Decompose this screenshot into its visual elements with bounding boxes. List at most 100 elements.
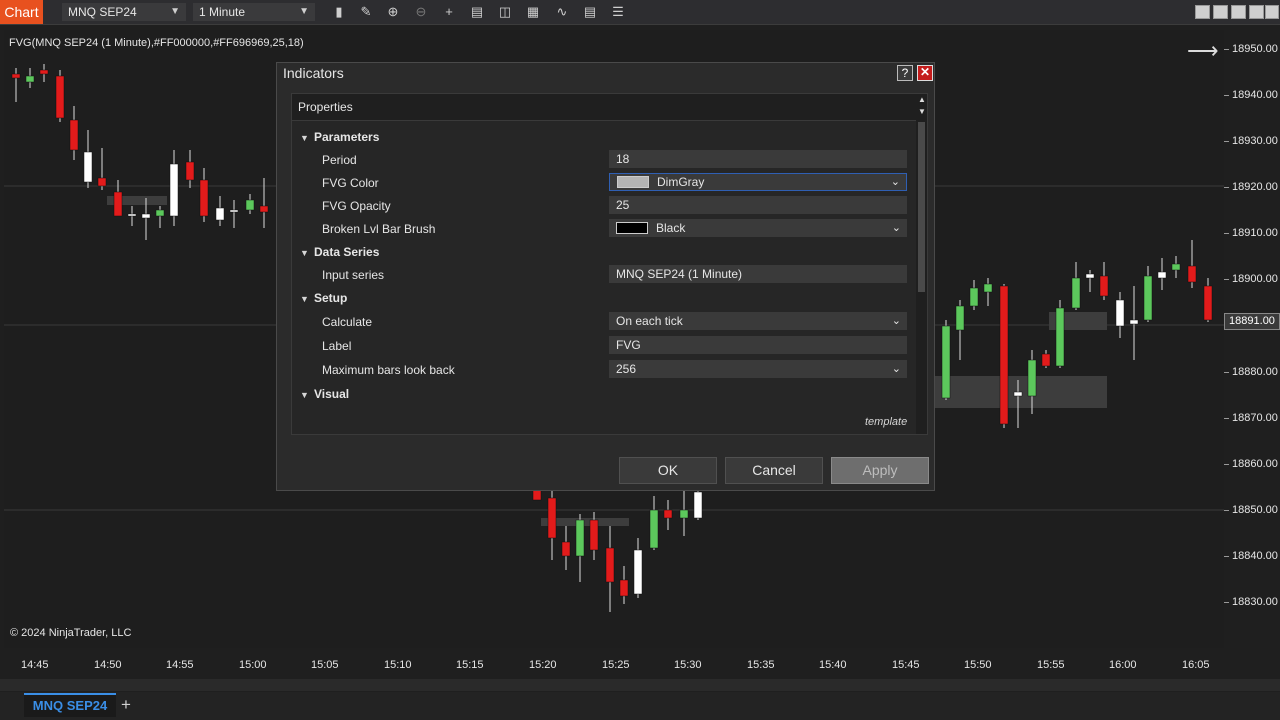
tile-window-button[interactable] xyxy=(1195,5,1210,19)
candle-body xyxy=(25,75,35,83)
candle-body xyxy=(169,163,179,217)
zoom-in-icon[interactable]: ⊕ xyxy=(384,3,402,21)
candle-body xyxy=(1055,307,1065,367)
period-input[interactable]: 18 xyxy=(609,150,907,168)
tab-mnq-sep24[interactable]: MNQ SEP24 xyxy=(24,693,116,717)
chevron-down-icon: ⌄ xyxy=(890,176,900,188)
properties-scrollbar[interactable]: ▲ ▼ xyxy=(916,94,927,434)
templates-icon[interactable]: ▤ xyxy=(581,3,599,21)
crosshair-icon[interactable]: + xyxy=(440,3,458,21)
zoom-out-icon[interactable]: ⊖ xyxy=(412,3,430,21)
indicators-icon[interactable]: ∿ xyxy=(553,3,571,21)
minimize-button[interactable] xyxy=(1231,5,1246,19)
calculate-value: On each tick xyxy=(616,314,683,328)
scroll-thumb[interactable] xyxy=(918,122,925,292)
scroll-up-icon[interactable]: ▲ xyxy=(918,95,926,104)
candle-body xyxy=(547,497,557,539)
apply-button[interactable]: Apply xyxy=(831,457,929,484)
max-bars-value: 256 xyxy=(616,362,637,376)
fvg-color-select[interactable]: DimGray ⌄ xyxy=(609,173,907,191)
time-tick: 15:25 xyxy=(602,659,630,671)
scroll-down-icon[interactable]: ▼ xyxy=(918,107,926,116)
copyright-text: © 2024 NinjaTrader, LLC xyxy=(10,627,132,639)
bar-type-icon[interactable]: ▮ xyxy=(330,3,348,21)
time-tick: 15:05 xyxy=(311,659,339,671)
horizontal-scrollbar[interactable] xyxy=(0,679,1280,691)
candle-body xyxy=(155,209,165,217)
candle-body xyxy=(199,179,209,217)
label-input[interactable]: FVG xyxy=(609,336,907,354)
time-tick: 15:45 xyxy=(892,659,920,671)
properties-icon[interactable]: ▤ xyxy=(468,3,486,21)
chevron-down-icon: ⌄ xyxy=(891,363,901,375)
candle-body xyxy=(39,69,49,75)
interval-selector[interactable]: 1 Minute ▼ xyxy=(193,3,315,21)
candle-body xyxy=(1115,299,1125,327)
section-visual[interactable]: ▼ Visual xyxy=(300,387,349,401)
add-tab-button[interactable]: + xyxy=(121,695,131,715)
candle-body xyxy=(575,519,585,557)
price-tick: 18950.00 xyxy=(1224,43,1278,55)
time-tick: 15:20 xyxy=(529,659,557,671)
draw-tool-icon[interactable]: ✎ xyxy=(357,3,375,21)
candle-body xyxy=(245,199,255,211)
candle-body xyxy=(999,285,1009,425)
max-bars-select[interactable]: 256 ⌄ xyxy=(609,360,907,378)
candle-body xyxy=(605,547,615,583)
candle-body xyxy=(561,541,571,557)
candle-body xyxy=(1027,359,1037,397)
price-tick: 18920.00 xyxy=(1224,181,1278,193)
ok-button[interactable]: OK xyxy=(619,457,717,484)
collapse-icon: ▼ xyxy=(300,390,309,400)
candle-body xyxy=(215,207,225,221)
template-link[interactable]: template xyxy=(865,416,907,428)
candle-body xyxy=(1143,275,1153,321)
candle-body xyxy=(1071,277,1081,309)
price-tick: 18830.00 xyxy=(1224,596,1278,608)
prop-label-label: Label xyxy=(322,339,352,353)
candle-body xyxy=(185,161,195,181)
time-tick: 15:35 xyxy=(747,659,775,671)
candle-body xyxy=(229,209,239,213)
indicators-dialog: Indicators ? ✕ Properties ▲ ▼ ▼ Parameter… xyxy=(276,62,935,491)
maximize-button[interactable] xyxy=(1249,5,1264,19)
broken-brush-select[interactable]: Black ⌄ xyxy=(609,219,907,237)
cancel-button[interactable]: Cancel xyxy=(725,457,823,484)
arrow-right-icon[interactable]: ⟶ xyxy=(1187,38,1219,64)
more-icon[interactable]: ☰ xyxy=(609,3,627,21)
data-box-icon[interactable]: ◫ xyxy=(496,3,514,21)
input-series-field[interactable]: MNQ SEP24 (1 Minute) xyxy=(609,265,907,283)
collapse-icon: ▼ xyxy=(300,248,309,258)
close-button[interactable]: ✕ xyxy=(917,65,933,81)
candle-body xyxy=(1203,285,1213,321)
properties-header: Properties xyxy=(292,94,916,121)
candle-body xyxy=(633,549,643,595)
strategies-icon[interactable]: ▦ xyxy=(524,3,542,21)
candle-body xyxy=(589,519,599,551)
price-tick: 18900.00 xyxy=(1224,273,1278,285)
instrument-value: MNQ SEP24 xyxy=(68,5,137,19)
section-parameters[interactable]: ▼ Parameters xyxy=(300,130,379,144)
time-tick: 15:55 xyxy=(1037,659,1065,671)
candle-body xyxy=(679,509,689,519)
price-tick: 18930.00 xyxy=(1224,135,1278,147)
properties-title: Properties xyxy=(298,100,353,114)
restore-window-button[interactable] xyxy=(1213,5,1228,19)
dialog-title: Indicators xyxy=(283,65,344,81)
time-tick: 15:15 xyxy=(456,659,484,671)
section-data-series[interactable]: ▼ Data Series xyxy=(300,245,379,259)
prop-label-broken-brush: Broken Lvl Bar Brush xyxy=(322,222,436,236)
collapse-icon: ▼ xyxy=(300,133,309,143)
candle-body xyxy=(1129,319,1139,325)
chart-toolbar xyxy=(0,0,1280,25)
fvg-opacity-input[interactable]: 25 xyxy=(609,196,907,214)
candle-body xyxy=(1157,271,1167,279)
prop-label-max-bars: Maximum bars look back xyxy=(322,363,455,377)
candle-body xyxy=(663,509,673,519)
section-setup[interactable]: ▼ Setup xyxy=(300,291,347,305)
close-window-button[interactable] xyxy=(1265,5,1279,19)
candle-body xyxy=(1099,275,1109,297)
instrument-selector[interactable]: MNQ SEP24 ▼ xyxy=(62,3,186,21)
help-button[interactable]: ? xyxy=(897,65,913,81)
calculate-select[interactable]: On each tick ⌄ xyxy=(609,312,907,330)
